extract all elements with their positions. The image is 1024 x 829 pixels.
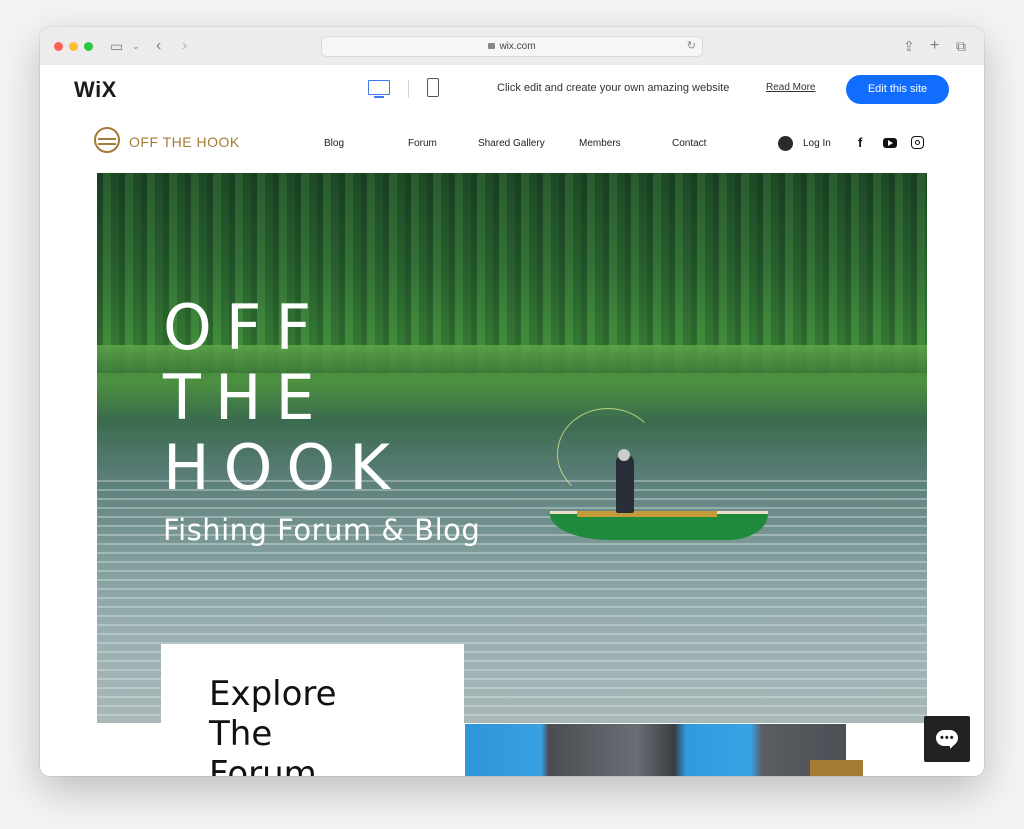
hero-title-line: THE bbox=[163, 361, 329, 434]
chat-button[interactable]: ••• bbox=[924, 716, 970, 762]
url-text: wix.com bbox=[499, 41, 536, 52]
browser-titlebar: ▭ ⌄ ‹ › wix.com ↻ ⇪ + ⧉ bbox=[40, 27, 984, 66]
nav-item-members[interactable]: Members bbox=[579, 138, 621, 149]
forum-photo bbox=[465, 724, 846, 776]
chevron-down-icon[interactable]: ⌄ bbox=[132, 37, 140, 55]
address-bar[interactable]: wix.com ↻ bbox=[321, 36, 703, 57]
minimize-window-button[interactable] bbox=[69, 42, 78, 51]
fisherman bbox=[616, 455, 634, 513]
explore-title-line: Explore bbox=[209, 674, 337, 714]
nav-item-blog[interactable]: Blog bbox=[324, 138, 344, 149]
youtube-icon[interactable] bbox=[883, 138, 897, 148]
boat-interior bbox=[577, 511, 717, 517]
sidebar-icon[interactable]: ▭ bbox=[110, 37, 123, 55]
site-logo-icon[interactable] bbox=[94, 127, 120, 153]
chat-bubble-icon: ••• bbox=[936, 730, 958, 749]
mobile-view-icon[interactable] bbox=[427, 78, 439, 97]
nav-item-forum[interactable]: Forum bbox=[408, 138, 437, 149]
explore-title-line: Forum bbox=[209, 754, 317, 776]
facebook-icon[interactable]: f bbox=[858, 135, 862, 150]
hero-title-line: HOOK bbox=[163, 431, 404, 504]
wix-logo[interactable]: WiX bbox=[74, 77, 117, 103]
explore-card: Explore The Forum bbox=[161, 644, 464, 776]
site-logo-text[interactable]: OFF THE HOOK bbox=[129, 134, 240, 150]
browser-window: ▭ ⌄ ‹ › wix.com ↻ ⇪ + ⧉ WiX Click edit a… bbox=[40, 27, 984, 776]
back-icon[interactable]: ‹ bbox=[156, 37, 161, 55]
explore-title-line: The bbox=[209, 714, 273, 754]
hero-title-line: OFF bbox=[163, 291, 326, 364]
fishing-line bbox=[557, 408, 659, 500]
tabs-icon[interactable]: ⧉ bbox=[956, 37, 966, 55]
accent-block bbox=[810, 760, 863, 776]
fisherman-head bbox=[618, 449, 630, 461]
new-tab-icon[interactable]: + bbox=[930, 37, 939, 55]
read-more-link[interactable]: Read More bbox=[766, 82, 815, 93]
site-header: OFF THE HOOK Blog Forum Shared Gallery M… bbox=[40, 115, 984, 172]
user-avatar-icon[interactable] bbox=[778, 136, 793, 151]
chat-dots-icon: ••• bbox=[940, 732, 955, 744]
hero-banner: OFF THE HOOK Fishing Forum & Blog bbox=[97, 173, 927, 723]
divider bbox=[408, 80, 409, 98]
forward-icon[interactable]: › bbox=[182, 37, 187, 55]
wix-prompt-text: Click edit and create your own amazing w… bbox=[497, 82, 730, 94]
nav-item-contact[interactable]: Contact bbox=[672, 138, 706, 149]
hero-subtitle: Fishing Forum & Blog bbox=[163, 513, 481, 547]
instagram-icon[interactable] bbox=[911, 136, 924, 149]
reload-icon[interactable]: ↻ bbox=[687, 37, 696, 56]
maximize-window-button[interactable] bbox=[84, 42, 93, 51]
login-link[interactable]: Log In bbox=[803, 138, 831, 149]
desktop-view-icon[interactable] bbox=[368, 80, 390, 98]
nav-item-shared-gallery[interactable]: Shared Gallery bbox=[478, 138, 545, 149]
share-icon[interactable]: ⇪ bbox=[903, 37, 915, 55]
close-window-button[interactable] bbox=[54, 42, 63, 51]
hero-title: OFF THE HOOK bbox=[163, 293, 404, 503]
edit-site-button[interactable]: Edit this site bbox=[846, 75, 949, 104]
explore-title: Explore The Forum bbox=[209, 674, 337, 776]
lock-icon bbox=[488, 43, 496, 49]
wix-promo-bar: WiX Click edit and create your own amazi… bbox=[40, 65, 984, 116]
